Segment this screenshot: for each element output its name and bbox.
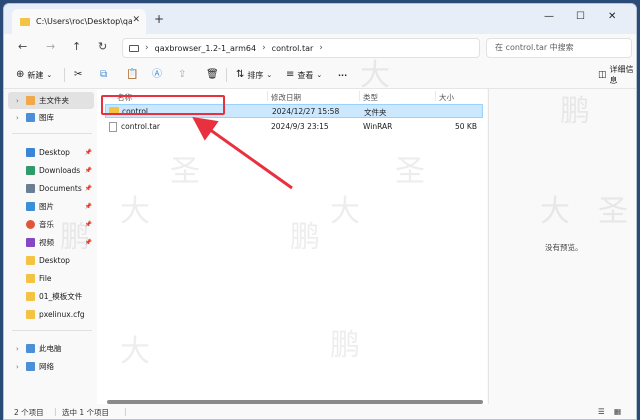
annotation-arrow [192,117,293,190]
